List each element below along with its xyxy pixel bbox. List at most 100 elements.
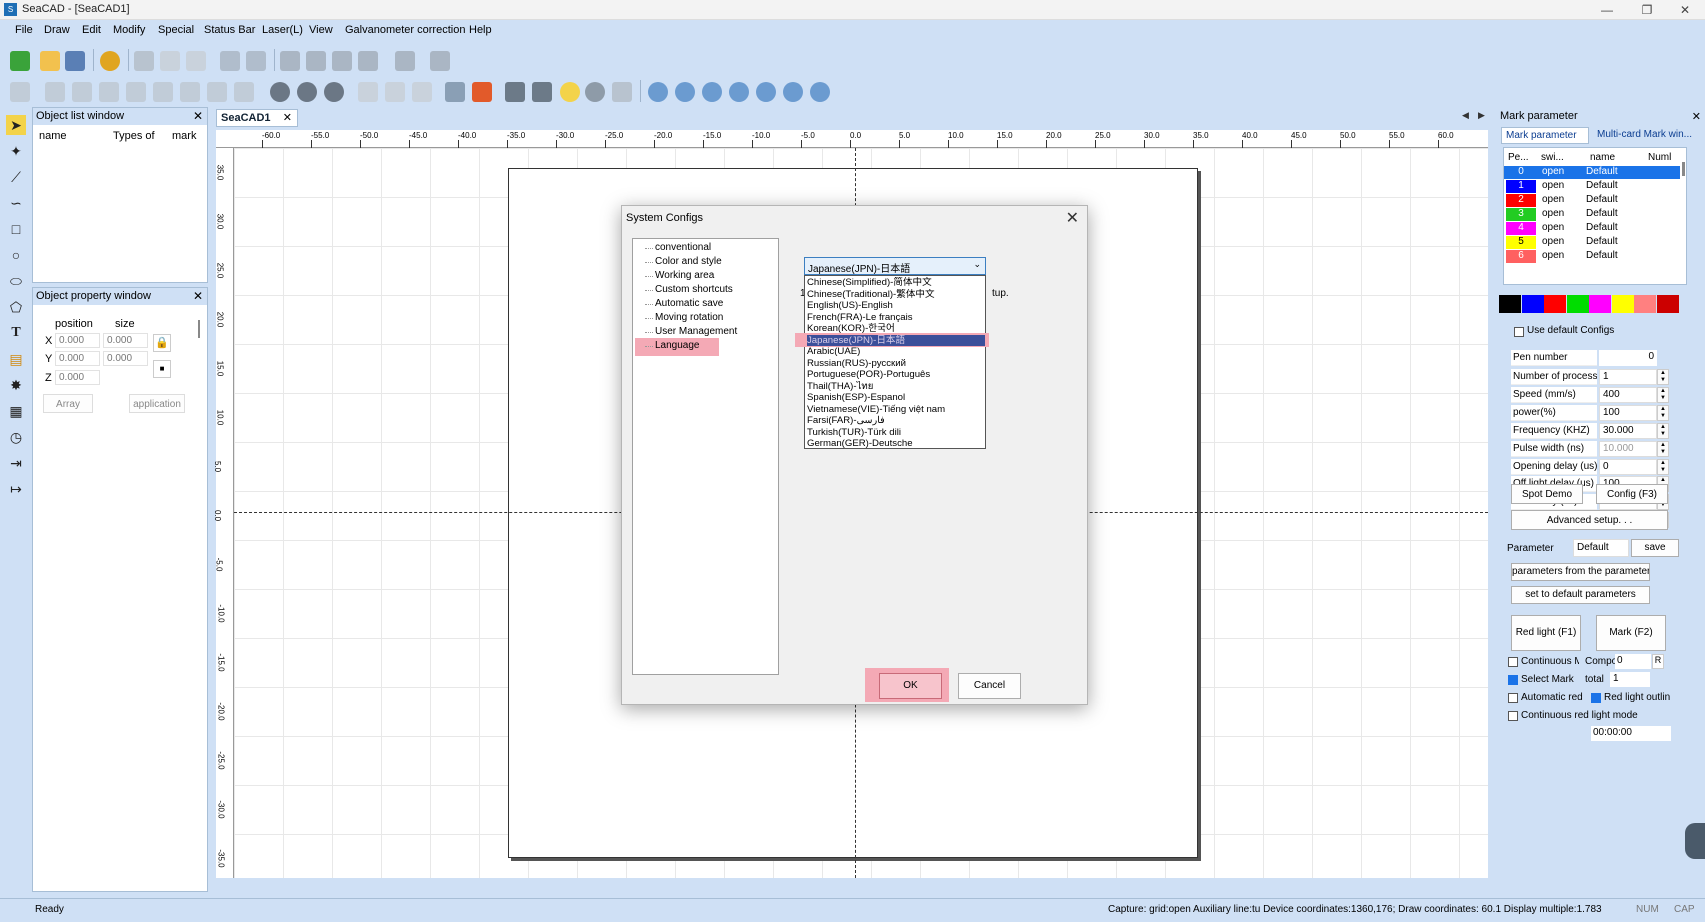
zoom-all-icon[interactable] xyxy=(783,82,803,102)
array-button[interactable]: Array xyxy=(43,394,93,413)
undo-icon[interactable] xyxy=(220,51,240,71)
close-icon[interactable]: ✕ xyxy=(193,289,203,303)
minimize-button[interactable]: — xyxy=(1589,0,1625,20)
language-option[interactable]: Farsi(FAR)-فارسی xyxy=(807,415,985,427)
align-bottom-icon[interactable] xyxy=(126,82,146,102)
set-default-button[interactable]: set to default parameters xyxy=(1511,586,1650,604)
palette-swatch[interactable] xyxy=(1544,295,1566,313)
ellipse-icon[interactable]: ⬭ xyxy=(6,271,26,291)
timer-icon[interactable]: ◷ xyxy=(6,427,26,447)
use-default-checkbox[interactable] xyxy=(1514,327,1524,337)
barcode-icon[interactable]: ▦ xyxy=(6,401,26,421)
settings-gear-icon[interactable] xyxy=(100,51,120,71)
tab-multi-card[interactable]: Multi-card Mark win... xyxy=(1594,127,1704,144)
language-option[interactable]: Chinese(Simplified)-简体中文 xyxy=(807,277,985,289)
export-icon[interactable] xyxy=(430,51,450,71)
tree-item-color-style[interactable]: Color and style xyxy=(655,256,722,267)
menu-help[interactable]: Help xyxy=(469,24,492,36)
language-option[interactable]: Chinese(Traditional)-繁体中文 xyxy=(807,289,985,301)
pen-row[interactable]: 2 open Default xyxy=(1504,194,1680,207)
tab-mark-parameter[interactable]: Mark parameter xyxy=(1501,127,1589,144)
curve-icon[interactable]: ∽ xyxy=(6,193,26,213)
language-option[interactable]: English(US)-English xyxy=(807,300,985,312)
param-value-field[interactable]: 0 xyxy=(1599,350,1657,366)
param-value-field[interactable]: 30.000 xyxy=(1599,423,1657,439)
menu-edit[interactable]: Edit xyxy=(82,24,101,36)
new-file-icon[interactable] xyxy=(10,51,30,71)
line-icon[interactable]: ⟋ xyxy=(6,167,26,187)
pen-row[interactable]: 0 open Default xyxy=(1504,166,1680,179)
param-value-field[interactable]: 0 xyxy=(1599,459,1657,475)
tab-scroll-left-icon[interactable]: ◀ xyxy=(1462,110,1469,121)
param-value-field[interactable]: 10.000 xyxy=(1599,441,1657,457)
pen-switch-cell[interactable]: open xyxy=(1542,236,1564,247)
cancel-button[interactable]: Cancel xyxy=(958,673,1021,699)
language-option[interactable]: German(GER)-Deutsche xyxy=(807,438,985,450)
y-position-field[interactable]: 0.000 xyxy=(55,351,100,366)
align-top-icon[interactable] xyxy=(99,82,119,102)
save-button[interactable]: save xyxy=(1631,539,1679,557)
input-icon[interactable]: ⇥ xyxy=(6,453,26,473)
palette-swatch[interactable] xyxy=(1521,295,1544,313)
palette-swatch[interactable] xyxy=(1634,295,1656,313)
language-option[interactable]: Thail(THA)-ไทย xyxy=(807,381,985,393)
lock-ratio-icon[interactable]: 🔒 xyxy=(153,334,171,352)
paste-icon[interactable] xyxy=(186,51,206,71)
menu-status-bar[interactable]: Status Bar xyxy=(204,24,255,36)
spin-arrows-icon[interactable]: ▲▼ xyxy=(1657,459,1669,475)
text-icon[interactable]: T xyxy=(6,323,26,343)
distribute-h-icon[interactable] xyxy=(207,82,227,102)
ok-button[interactable]: OK xyxy=(879,673,942,699)
spin-arrows-icon[interactable]: ▲▼ xyxy=(1657,387,1669,403)
application-button[interactable]: application xyxy=(129,394,185,413)
config-button[interactable]: Config (F3) xyxy=(1596,484,1668,504)
palette-swatch[interactable] xyxy=(1656,295,1679,313)
align-right-icon[interactable] xyxy=(72,82,92,102)
align-vcenter-icon[interactable] xyxy=(180,82,200,102)
spin-icon[interactable] xyxy=(297,82,317,102)
tree-item-custom-shortcuts[interactable]: Custom shortcuts xyxy=(655,284,733,295)
group-icon[interactable] xyxy=(280,51,300,71)
pen-switch-cell[interactable]: open xyxy=(1542,250,1564,261)
language-option[interactable]: Arabic(UAE) xyxy=(807,346,985,358)
continuous-mark-checkbox[interactable] xyxy=(1508,657,1518,667)
save-icon[interactable] xyxy=(65,51,85,71)
language-option[interactable]: Vietnamese(VIE)-Tiếng việt nam xyxy=(807,404,985,416)
palette-swatch[interactable] xyxy=(1611,295,1634,313)
pen-row[interactable]: 1 open Default xyxy=(1504,180,1680,193)
unlock-all-icon[interactable] xyxy=(412,82,432,102)
align-hcenter-icon[interactable] xyxy=(153,82,173,102)
tab-seacad1[interactable]: SeaCAD1 ✕ xyxy=(216,109,298,127)
compo-field[interactable]: 0 xyxy=(1615,654,1651,669)
tree-item-moving-rotation[interactable]: Moving rotation xyxy=(655,312,723,323)
tree-item-conventional[interactable]: conventional xyxy=(655,242,711,253)
light-icon[interactable] xyxy=(560,82,580,102)
image-icon[interactable]: ▤ xyxy=(6,349,26,369)
advanced-setup-button[interactable]: Advanced setup. . . xyxy=(1511,510,1668,530)
close-window-button[interactable]: ✕ xyxy=(1667,0,1703,20)
tree-item-language[interactable]: Language xyxy=(655,340,700,351)
center-icon[interactable] xyxy=(10,82,30,102)
node-edit-icon[interactable]: ✦ xyxy=(6,141,26,161)
mirror-v-icon[interactable] xyxy=(532,82,552,102)
r-button[interactable]: R xyxy=(1652,654,1664,669)
tree-item-automatic-save[interactable]: Automatic save xyxy=(655,298,723,309)
tree-item-working-area[interactable]: Working area xyxy=(655,270,714,281)
pen-switch-cell[interactable]: open xyxy=(1542,166,1564,177)
menu-modify[interactable]: Modify xyxy=(113,24,145,36)
language-option[interactable]: Russian(RUS)-русский xyxy=(807,358,985,370)
param-value-field[interactable]: 100 xyxy=(1599,405,1657,421)
combine-icon[interactable] xyxy=(332,51,352,71)
language-option[interactable]: Portuguese(POR)-Português xyxy=(807,369,985,381)
mark-button[interactable]: Mark (F2) xyxy=(1596,615,1666,651)
circle-icon[interactable]: ○ xyxy=(6,245,26,265)
language-select[interactable]: Japanese(JPN)-日本語 ⌄ xyxy=(804,257,986,275)
pen-row[interactable]: 4 open Default xyxy=(1504,222,1680,235)
red-outline-checkbox[interactable] xyxy=(1591,693,1601,703)
x-position-field[interactable]: 0.000 xyxy=(55,333,100,348)
camera-icon[interactable] xyxy=(395,51,415,71)
pen-switch-cell[interactable]: open xyxy=(1542,222,1564,233)
rectangle-icon[interactable]: □ xyxy=(6,219,26,239)
palette-swatch[interactable] xyxy=(1589,295,1611,313)
menu-special[interactable]: Special xyxy=(158,24,194,36)
